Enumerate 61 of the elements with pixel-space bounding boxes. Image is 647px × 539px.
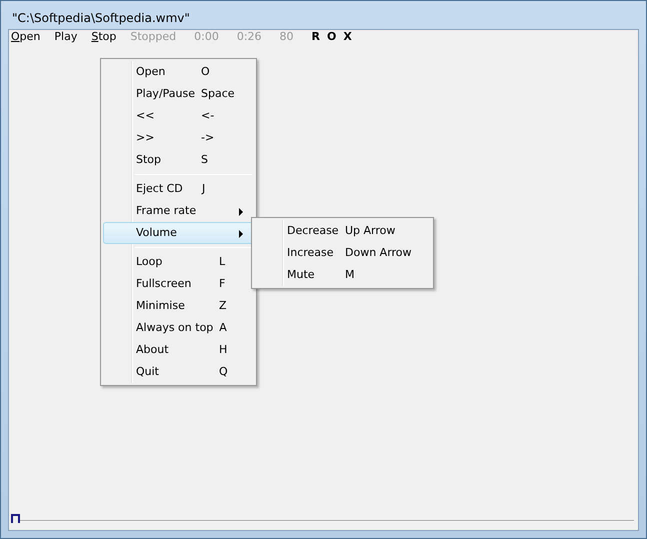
shortcut-text: Up Arrow (345, 224, 396, 237)
menu-item[interactable]: Stop S (103, 149, 254, 171)
menu-item-label[interactable]: Mute (255, 265, 345, 285)
shortcut-text: -> (201, 131, 214, 144)
seek-thumb[interactable] (11, 514, 20, 523)
toggle-button[interactable]: R (310, 30, 322, 42)
menu-item-label[interactable]: Eject CD (104, 179, 202, 199)
menu-item[interactable]: About H (103, 339, 254, 361)
menu-item-label[interactable]: Decrease (255, 221, 345, 241)
menu-item-label[interactable]: Play/Pause (104, 84, 201, 104)
menu-item[interactable]: Open O (103, 61, 254, 83)
status-text: 0:26 (236, 30, 263, 42)
menu-item[interactable]: Frame rate (103, 200, 254, 222)
menu-item-label[interactable]: Fullscreen (104, 274, 219, 294)
menu-item[interactable]: Stop (89, 30, 118, 42)
status-text: Stopped (129, 30, 178, 42)
shortcut-text: Q (219, 365, 228, 378)
shortcut-text: H (219, 343, 228, 356)
status-text: 80 (278, 30, 295, 42)
menu-item-label[interactable]: << (104, 106, 201, 126)
window-title: "C:\Softpedia\Softpedia.wmv" (12, 10, 190, 27)
menu-item[interactable]: Minimise Z (103, 295, 254, 317)
menu-item[interactable]: Play/Pause Space (103, 83, 254, 105)
shortcut-text: Space (201, 87, 235, 100)
menu-item-label[interactable]: >> (104, 128, 201, 148)
menu-item[interactable]: Loop L (103, 251, 254, 273)
shortcut-text: S (201, 153, 208, 166)
menu-item[interactable]: Play (52, 30, 80, 42)
menu-item[interactable]: Fullscreen F (103, 273, 254, 295)
menu-item[interactable]: Decrease Up Arrow (254, 220, 431, 242)
menu-item-label[interactable]: Volume (104, 223, 202, 243)
menu-item-label[interactable]: Frame rate (104, 201, 202, 221)
shortcut-text: O (201, 65, 210, 78)
shortcut-text: Down Arrow (345, 246, 412, 259)
menu-item[interactable]: Always on top A (103, 317, 254, 339)
menu-item-label[interactable]: Stop (104, 150, 201, 170)
shortcut-text: L (219, 255, 226, 268)
shortcut-text: A (219, 321, 227, 334)
menu-item[interactable]: Increase Down Arrow (254, 242, 431, 264)
menu-item-label[interactable]: Always on top (104, 318, 220, 338)
menu-item[interactable]: >> -> (103, 127, 254, 149)
shortcut-text: <- (201, 109, 214, 122)
shortcut-text: F (219, 277, 226, 290)
menu-item[interactable]: Quit Q (103, 361, 254, 383)
menu-item[interactable]: Eject CD J (103, 178, 254, 200)
menu-item[interactable]: Mute M (254, 264, 431, 286)
menu-item-label[interactable]: Loop (104, 252, 219, 272)
menu-item-label[interactable]: About (104, 340, 219, 360)
status-text: 0:00 (193, 30, 220, 42)
menu-item-label[interactable]: Increase (255, 243, 345, 263)
menu-item[interactable]: Open (9, 30, 42, 42)
toggle-button[interactable]: O (325, 30, 338, 42)
shortcut-text: Z (219, 299, 227, 312)
menu-item[interactable]: Volume (103, 222, 254, 244)
menu-item-label[interactable]: Open (104, 62, 201, 82)
menu-item[interactable]: << <- (103, 105, 254, 127)
shortcut-text: M (345, 268, 354, 281)
shortcut-text: J (202, 182, 206, 195)
menu-item-label[interactable]: Minimise (104, 296, 219, 316)
menu-item-label[interactable]: Quit (104, 362, 219, 382)
toggle-button[interactable]: X (341, 30, 354, 42)
